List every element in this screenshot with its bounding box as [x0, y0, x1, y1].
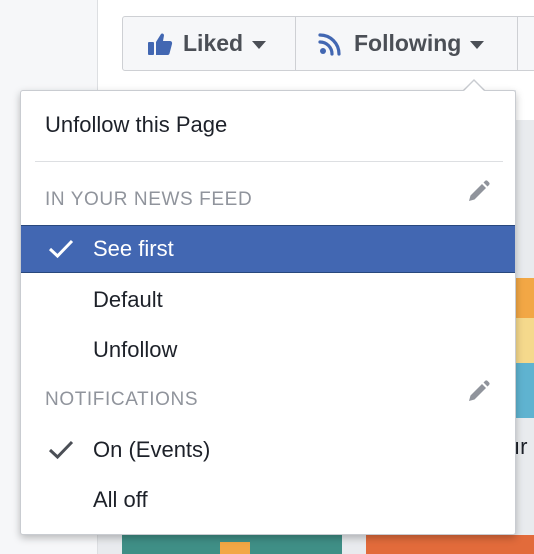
background-partial-text: ır — [514, 434, 528, 459]
unfollow-page-label: Unfollow this Page — [45, 112, 228, 137]
background-image-card — [366, 535, 534, 554]
see-first-item[interactable]: See first — [21, 226, 515, 272]
menu-pointer-fill — [463, 81, 485, 92]
unfollow-label: Unfollow — [93, 337, 178, 362]
background-thumbnail-stripe — [516, 318, 534, 363]
all-off-label: All off — [93, 487, 148, 512]
see-first-label: See first — [93, 236, 174, 261]
on-events-label: On (Events) — [93, 437, 211, 462]
following-dropdown-menu: Unfollow this Page IN YOUR NEWS FEED See… — [20, 90, 516, 535]
selected-item-border — [21, 272, 515, 273]
background-image-accent — [220, 542, 250, 554]
liked-button[interactable]: Liked — [123, 17, 296, 70]
all-off-item[interactable]: All off — [21, 477, 515, 523]
unfollow-item[interactable]: Unfollow — [21, 327, 515, 373]
on-events-item[interactable]: On (Events) — [21, 427, 515, 473]
background-thumbnail-stripe — [516, 278, 534, 318]
checkmark-icon — [48, 440, 74, 466]
menu-divider — [35, 161, 503, 162]
chevron-down-icon — [252, 40, 267, 49]
following-button-label: Following — [354, 30, 462, 56]
default-label: Default — [93, 287, 163, 312]
checkmark-icon — [48, 239, 74, 265]
edit-notifications-pencil-icon[interactable] — [465, 379, 491, 410]
edit-news-feed-pencil-icon[interactable] — [465, 179, 491, 210]
chevron-down-icon — [470, 40, 485, 49]
page-action-buttons: Liked Following — [122, 16, 534, 71]
default-item[interactable]: Default — [21, 277, 515, 323]
news-feed-section-title: IN YOUR NEWS FEED — [45, 189, 253, 210]
thumbs-up-icon — [147, 32, 173, 56]
unfollow-page-item[interactable]: Unfollow this Page — [21, 101, 515, 149]
rss-feed-icon — [318, 32, 344, 56]
notifications-section-title: NOTIFICATIONS — [45, 389, 199, 410]
liked-button-label: Liked — [183, 30, 244, 56]
following-button[interactable]: Following — [296, 17, 518, 70]
background-card-edge — [516, 90, 534, 120]
